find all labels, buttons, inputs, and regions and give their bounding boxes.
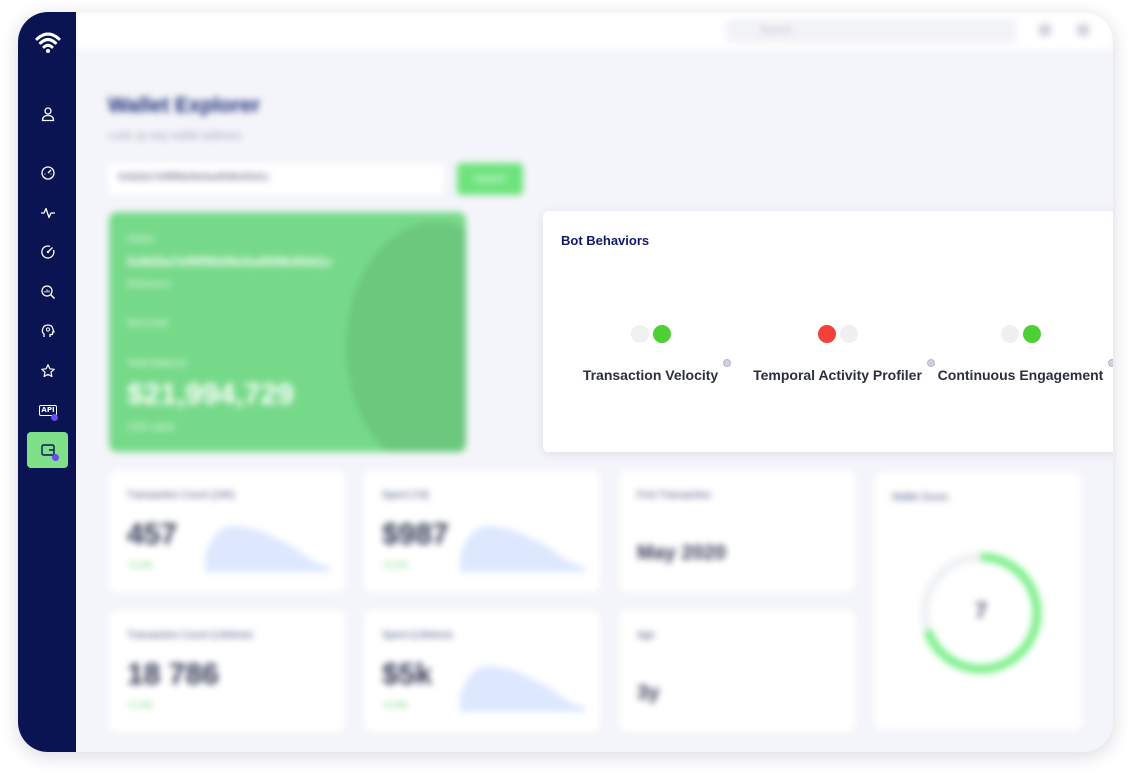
brain-head-icon xyxy=(41,324,55,337)
sidebar-item-search-insights[interactable] xyxy=(30,274,66,310)
stat-delta: +2.1% xyxy=(382,560,408,570)
search-chart-icon xyxy=(41,285,56,300)
wallet-label: Wallet xyxy=(127,234,155,245)
sidebar-item-favorites[interactable] xyxy=(30,353,66,389)
wallet-summary-card: Wallet 0x8d3a7ef9ff9b09e5a4f09b4f4d1c Et… xyxy=(109,212,466,452)
behavior-label-text: Transaction Velocity xyxy=(582,367,719,383)
bot-status-tag: Not a bot xyxy=(127,318,168,329)
status-lights xyxy=(630,325,671,343)
speedometer-icon xyxy=(41,166,55,180)
wallet-address-input[interactable]: 0x8d3a7ef9ff9b09e5a4f09b4f4d1c xyxy=(108,163,444,195)
wallet-score-card: Wallet Score 7 xyxy=(874,472,1082,730)
balance-currency: USD value xyxy=(127,422,175,433)
stat-title: Age xyxy=(637,630,655,641)
sidebar-item-api[interactable]: API xyxy=(30,392,66,428)
notification-dot xyxy=(52,454,59,461)
sidebar: API xyxy=(18,12,76,752)
stat-card-spent-lifetime: Spent (Lifetime) $5k +0.9% xyxy=(364,610,600,732)
stat-value: 3y xyxy=(637,682,660,704)
sparkline-chart xyxy=(460,665,585,712)
balance-label: Total Balance xyxy=(127,358,188,369)
stat-title: Wallet Score xyxy=(892,492,949,503)
behavior-transaction-velocity: Transaction Velocity xyxy=(582,325,732,383)
sidebar-item-ai-insights[interactable] xyxy=(30,313,66,349)
stat-title: First Transaction xyxy=(637,490,711,501)
card-decoration xyxy=(346,222,466,452)
behavior-label-text: Temporal Activity Profiler xyxy=(753,367,922,383)
status-light-off xyxy=(630,325,649,343)
stat-value: 18 786 xyxy=(127,658,219,691)
status-light-green xyxy=(1022,325,1041,343)
page-title: Wallet Explorer xyxy=(108,94,261,117)
notification-dot xyxy=(51,414,58,421)
stat-card-tx-count-lifetime: Transaction Count (Lifetime) 18 786 +1.4… xyxy=(109,610,345,732)
stat-delta: +0.9% xyxy=(382,700,408,710)
stat-card-spent: Spent (7d) $987 +2.1% xyxy=(364,470,600,592)
search-button[interactable]: Search xyxy=(457,163,523,195)
behavior-continuous-engagement: Continuous Engagement xyxy=(937,325,1113,383)
sidebar-item-analytics[interactable] xyxy=(30,234,66,270)
behavior-temporal-activity-profiler: Temporal Activity Profiler xyxy=(753,325,935,383)
analytics-dial-icon xyxy=(41,245,55,259)
stat-title: Transaction Count (Lifetime) xyxy=(127,630,253,641)
wallet-network: Ethereum xyxy=(127,279,171,290)
status-lights xyxy=(1000,325,1041,343)
brand-logo-icon[interactable] xyxy=(35,29,61,55)
stat-card-age: Age 3y xyxy=(619,610,855,732)
stat-value: $987 xyxy=(382,518,449,551)
pulse-icon xyxy=(41,207,55,219)
stat-value: 457 xyxy=(127,518,178,551)
status-light-off xyxy=(839,325,858,343)
bot-behaviors-panel: Bot Behaviors Transaction Velocity Tempo… xyxy=(543,211,1113,452)
sidebar-item-activity[interactable] xyxy=(30,195,66,231)
sparkline-chart xyxy=(205,525,330,572)
status-light-red xyxy=(817,325,836,343)
bot-behaviors-title: Bot Behaviors xyxy=(561,233,650,248)
info-icon[interactable] xyxy=(926,359,935,367)
search-placeholder: Search xyxy=(760,25,792,36)
sidebar-item-dashboard[interactable] xyxy=(30,155,66,191)
user-icon xyxy=(41,107,55,122)
wallet-score-value: 7 xyxy=(974,598,988,623)
stat-card-tx-count: Transaction Count (24h) 457 +3.2% xyxy=(109,470,345,592)
stat-title: Spent (7d) xyxy=(382,490,429,501)
main-content: Search Wallet Explorer Look up any walle… xyxy=(76,12,1113,752)
notification-bell-icon[interactable] xyxy=(1039,24,1051,36)
stat-delta: +1.4% xyxy=(127,700,153,710)
status-lights xyxy=(817,325,858,343)
wallet-address: 0x8d3a7ef9ff9b09e5a4f09b4f4d1c xyxy=(127,254,333,269)
wallet-balance: $21,994,729 xyxy=(127,378,294,411)
behavior-label: Continuous Engagement xyxy=(937,359,1113,383)
behavior-label: Temporal Activity Profiler xyxy=(753,359,935,383)
top-bar: Search xyxy=(76,12,1113,50)
score-ring: 7 xyxy=(918,550,1044,676)
behavior-label: Transaction Velocity xyxy=(582,359,732,383)
stat-card-first-transaction: First Transaction May 2020 xyxy=(619,470,855,592)
info-icon[interactable] xyxy=(1108,359,1113,367)
stat-value: $5k xyxy=(382,658,433,691)
app-window: API Search Wallet Explorer Look up any w… xyxy=(18,12,1113,752)
status-light-off xyxy=(1000,325,1019,343)
status-light-green xyxy=(652,325,671,343)
page-subtitle: Look up any wallet address xyxy=(108,130,242,142)
behavior-label-text: Continuous Engagement xyxy=(937,367,1104,383)
settings-gear-icon[interactable] xyxy=(1077,24,1089,36)
sparkline-chart xyxy=(460,525,585,572)
sidebar-item-wallet-explorer[interactable] xyxy=(27,432,68,468)
global-search-input[interactable]: Search xyxy=(726,19,1016,43)
star-icon xyxy=(41,364,55,378)
info-icon[interactable] xyxy=(723,359,732,367)
stat-delta: +3.2% xyxy=(127,560,153,570)
sidebar-item-profile[interactable] xyxy=(30,96,66,132)
stat-title: Spent (Lifetime) xyxy=(382,630,453,641)
stat-value: May 2020 xyxy=(637,542,726,564)
stat-title: Transaction Count (24h) xyxy=(127,490,235,501)
